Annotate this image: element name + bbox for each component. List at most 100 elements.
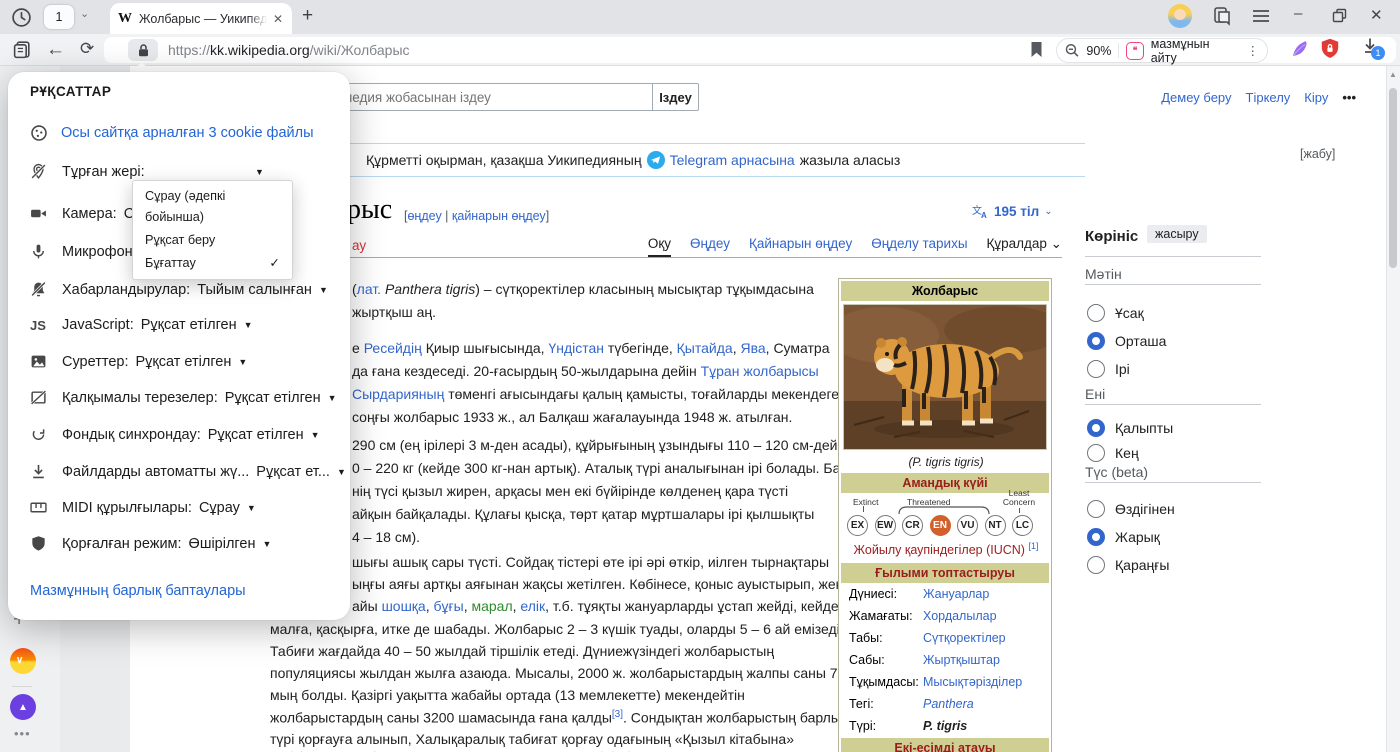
radio-label[interactable]: Ірі	[1115, 361, 1130, 377]
appearance-hide-button[interactable]: жасыру	[1147, 225, 1207, 243]
cookies-link[interactable]: Осы сайтқа арналған 3 cookie файлы	[61, 125, 314, 141]
status-ref[interactable]: [1]	[1028, 541, 1038, 551]
iucn-code-nt[interactable]: NT	[985, 515, 1006, 536]
read-aloud-icon[interactable]: ❝	[1126, 42, 1143, 60]
iucn-code-cr[interactable]: CR	[902, 515, 923, 536]
taxonomy-value[interactable]: Panthera	[923, 697, 974, 711]
menu-hamburger-icon[interactable]	[1252, 8, 1270, 29]
radio-label[interactable]: Жарық	[1115, 529, 1160, 545]
dropdown-arrow-icon[interactable]: ▼	[247, 503, 256, 513]
reload-icon[interactable]: ⟳	[80, 40, 94, 57]
user-link[interactable]: Демеу беру	[1161, 90, 1231, 105]
radio-label[interactable]: Қалыпты	[1115, 420, 1173, 436]
bookmarks-panel-icon[interactable]	[1212, 6, 1232, 31]
talk-tab-fragment[interactable]: ау	[352, 238, 366, 253]
translator-feather-icon[interactable]	[1290, 39, 1310, 64]
article-link[interactable]: Ресейдің	[364, 340, 422, 356]
dropdown-arrow-icon[interactable]: ▼	[319, 285, 328, 295]
user-menu-icon[interactable]: •••	[1342, 90, 1356, 105]
user-link[interactable]: Тіркелу	[1246, 90, 1291, 105]
site-permissions-button[interactable]	[128, 39, 158, 61]
language-selector[interactable]: 文A 195 тіл ⌄	[972, 204, 1053, 219]
downloads-button[interactable]: 1	[1362, 37, 1388, 63]
edit-link[interactable]: өңдеу	[407, 209, 441, 223]
permission-row-background-sync[interactable]: Фондық синхрондау:Рұқсат етілген▼	[30, 426, 320, 443]
scrollbar-up-arrow[interactable]: ▲	[1389, 70, 1397, 79]
article-link[interactable]: елік	[520, 598, 545, 614]
bookmark-flag-icon[interactable]	[1030, 41, 1043, 63]
zoom-level[interactable]: 90%	[1086, 44, 1111, 58]
profile-avatar[interactable]	[1168, 4, 1192, 28]
iucn-code-lc[interactable]: LC	[1012, 515, 1033, 536]
radio-selected[interactable]	[1087, 528, 1105, 546]
iucn-code-en[interactable]: EN	[930, 515, 951, 536]
article-link[interactable]: Тұран жолбарысы	[701, 363, 819, 379]
taxonomy-value[interactable]: Хордалылар	[923, 609, 997, 623]
user-link[interactable]: Кіру	[1304, 90, 1328, 105]
window-minimize-icon[interactable]: –	[1294, 6, 1302, 21]
radio-unselected[interactable]	[1087, 304, 1105, 322]
article-link[interactable]: Ява	[740, 340, 765, 356]
article-tab[interactable]: Өңдеу	[690, 236, 730, 257]
scrollbar-thumb[interactable]	[1389, 88, 1397, 268]
menu-option[interactable]: Рұқсат беру	[133, 229, 292, 252]
article-tab[interactable]: Оқу	[648, 236, 671, 257]
permission-row-notifications-off[interactable]: Хабарландырулар:Тыйым салынған▼	[30, 281, 328, 298]
back-icon[interactable]: ←	[46, 40, 65, 59]
radio-unselected[interactable]	[1087, 360, 1105, 378]
all-content-settings-link[interactable]: Мазмұнның барлық баптаулары	[30, 583, 246, 599]
read-aloud-button[interactable]: мазмұнын айту	[1151, 37, 1236, 65]
tab-close-icon[interactable]: ✕	[273, 12, 283, 26]
new-tab-button[interactable]: +	[302, 6, 313, 25]
taxonomy-value[interactable]: Мысықтәрізділер	[923, 675, 1022, 689]
dropdown-arrow-icon[interactable]: ▼	[238, 357, 247, 367]
radio-unselected[interactable]	[1087, 500, 1105, 518]
radio-label[interactable]: Өздігінен	[1115, 501, 1175, 517]
menu-option[interactable]: Сұрау (әдепкі бойынша)	[133, 185, 292, 229]
window-close-icon[interactable]: ✕	[1370, 8, 1383, 23]
sidebar-panels-icon[interactable]	[12, 39, 33, 65]
radio-unselected[interactable]	[1087, 444, 1105, 462]
article-link[interactable]: [3]	[612, 709, 623, 720]
dropdown-arrow-icon[interactable]: ▼	[262, 539, 271, 549]
tab-group-counter[interactable]: 1	[44, 5, 74, 29]
article-link[interactable]: бұғы	[434, 598, 464, 614]
wiki-search-button[interactable]: Іздеу	[652, 83, 699, 111]
permission-row-auto-download[interactable]: Файлдарды автоматты жү...Рұқсат ет...▼	[30, 463, 346, 480]
dropdown-arrow-icon[interactable]: ▼	[311, 430, 320, 440]
dropdown-arrow-icon[interactable]: ▼	[337, 467, 346, 477]
article-link[interactable]: Сырдарияның	[352, 386, 444, 402]
radio-selected[interactable]	[1087, 332, 1105, 350]
permission-row-images[interactable]: Суреттер:Рұқсат етілген▼	[30, 353, 247, 370]
yandex-mail-icon[interactable]: ∨	[10, 648, 36, 674]
dropdown-arrow-icon[interactable]: ▼	[255, 167, 264, 177]
tab-group-chevron-icon[interactable]: ⌄	[80, 9, 89, 20]
radio-label[interactable]: Орташа	[1115, 333, 1166, 349]
iucn-code-ex[interactable]: EX	[847, 515, 868, 536]
permission-row-protected-mode[interactable]: Қорғалған режим:Өшірілген▼	[30, 535, 271, 552]
pill-more-icon[interactable]: ⋮	[1246, 43, 1259, 58]
article-tab[interactable]: Өңделу тарихы	[871, 236, 967, 257]
article-link[interactable]: лат.	[357, 281, 381, 297]
protect-shield-icon[interactable]	[1320, 38, 1340, 65]
tiger-image[interactable]	[843, 304, 1047, 450]
radio-label[interactable]: Кең	[1115, 445, 1139, 461]
status-link[interactable]: Жойылу қаупіндегілер (IUCN)	[854, 543, 1025, 557]
zoom-out-icon[interactable]	[1065, 43, 1079, 58]
banner-close-link[interactable]: [жабу]	[1300, 147, 1335, 161]
article-link[interactable]: шошқа	[382, 598, 426, 614]
taxonomy-value[interactable]: Сүтқоректілер	[923, 631, 1006, 645]
radio-label[interactable]: Ұсақ	[1115, 305, 1144, 321]
permission-row-midi[interactable]: MIDI құрылғылары:Сұрау▼	[30, 499, 256, 516]
radio-label[interactable]: Қараңғы	[1115, 557, 1169, 573]
permission-row-popup-windows[interactable]: Қалқымалы терезелер:Рұқсат етілген▼	[30, 389, 337, 406]
radio-unselected[interactable]	[1087, 556, 1105, 574]
telegram-channel-link[interactable]: Telegram арнасына	[670, 152, 795, 168]
radio-selected[interactable]	[1087, 419, 1105, 437]
wiki-search-input[interactable]	[307, 83, 652, 111]
permission-row-location-off[interactable]: Тұрған жері:▼	[30, 163, 145, 180]
url-text[interactable]: https://kk.wikipedia.org/wiki/Жолбарыс	[168, 37, 410, 63]
taxonomy-value[interactable]: Жануарлар	[923, 587, 989, 601]
article-link[interactable]: марал	[471, 598, 512, 614]
edit-source-link[interactable]: қайнарын өңдеу	[452, 209, 546, 223]
